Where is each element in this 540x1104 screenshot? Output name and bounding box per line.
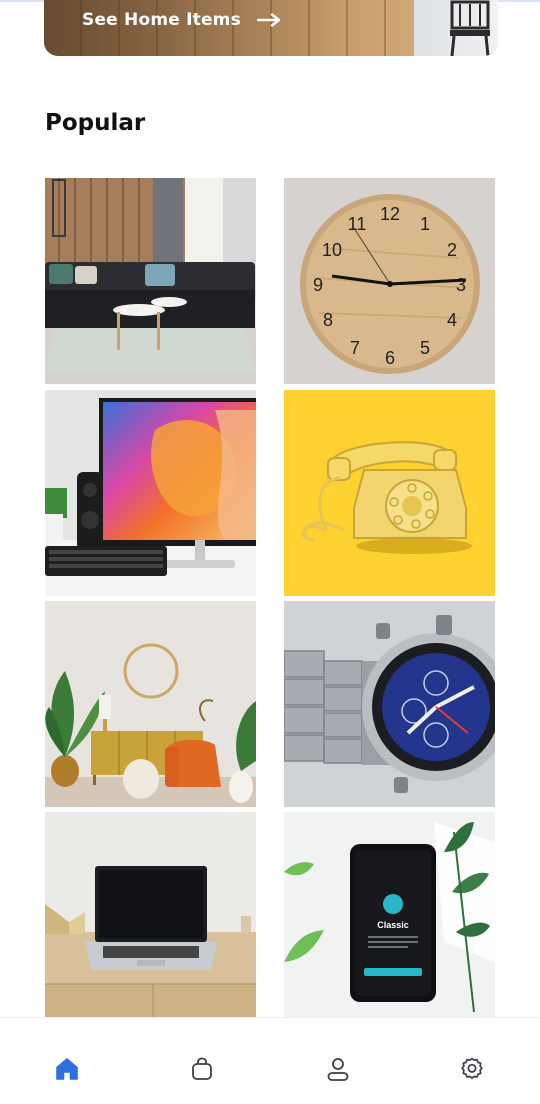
living-room-image xyxy=(45,601,256,807)
nav-bag[interactable] xyxy=(185,1052,219,1086)
wall-clock-image: 12 1 2 3 4 5 6 7 8 9 10 11 xyxy=(284,178,495,384)
clock-number: 6 xyxy=(385,348,395,368)
clock-number: 10 xyxy=(322,240,342,260)
clock-number: 1 xyxy=(420,214,430,234)
clock-number: 2 xyxy=(447,240,457,260)
clock-number: 5 xyxy=(420,338,430,358)
user-icon xyxy=(327,1058,349,1081)
home-items-banner[interactable]: See Home Items xyxy=(44,0,498,56)
wristwatch-image xyxy=(284,601,495,807)
shopping-bag-icon xyxy=(192,1057,212,1080)
see-home-items-link[interactable]: See Home Items xyxy=(82,10,281,30)
nav-settings[interactable] xyxy=(455,1052,489,1086)
clock-number: 3 xyxy=(456,275,466,295)
nav-profile[interactable] xyxy=(321,1052,355,1086)
phone-app-title: Classic xyxy=(377,920,409,930)
clock-number: 4 xyxy=(447,310,457,330)
clock-number: 7 xyxy=(350,338,360,358)
clock-number: 9 xyxy=(313,275,323,295)
laptop-image xyxy=(45,812,256,1018)
see-home-items-label: See Home Items xyxy=(82,10,241,30)
home-icon xyxy=(56,1058,78,1080)
product-card[interactable] xyxy=(45,178,256,384)
settings-icon xyxy=(461,1057,483,1079)
product-card[interactable]: 12 1 2 3 4 5 6 7 8 9 10 11 xyxy=(284,178,495,384)
nav-home[interactable] xyxy=(50,1052,84,1086)
smartphone-image: Classic xyxy=(284,812,495,1018)
product-card[interactable] xyxy=(45,812,256,1018)
clock-number: 12 xyxy=(380,204,400,224)
product-card[interactable] xyxy=(284,390,495,596)
bottom-navigation xyxy=(0,1017,540,1104)
monitor-image xyxy=(45,390,256,596)
product-card[interactable]: Classic xyxy=(284,812,495,1018)
clock-number: 8 xyxy=(323,310,333,330)
product-card[interactable] xyxy=(284,601,495,807)
arrow-right-icon xyxy=(256,13,281,27)
product-card[interactable] xyxy=(45,390,256,596)
sofa-image xyxy=(45,178,256,384)
chair-image xyxy=(450,0,490,56)
clock-number: 11 xyxy=(348,214,367,234)
section-title-popular: Popular xyxy=(45,110,146,136)
telephone-image xyxy=(284,390,495,596)
product-card[interactable] xyxy=(45,601,256,807)
